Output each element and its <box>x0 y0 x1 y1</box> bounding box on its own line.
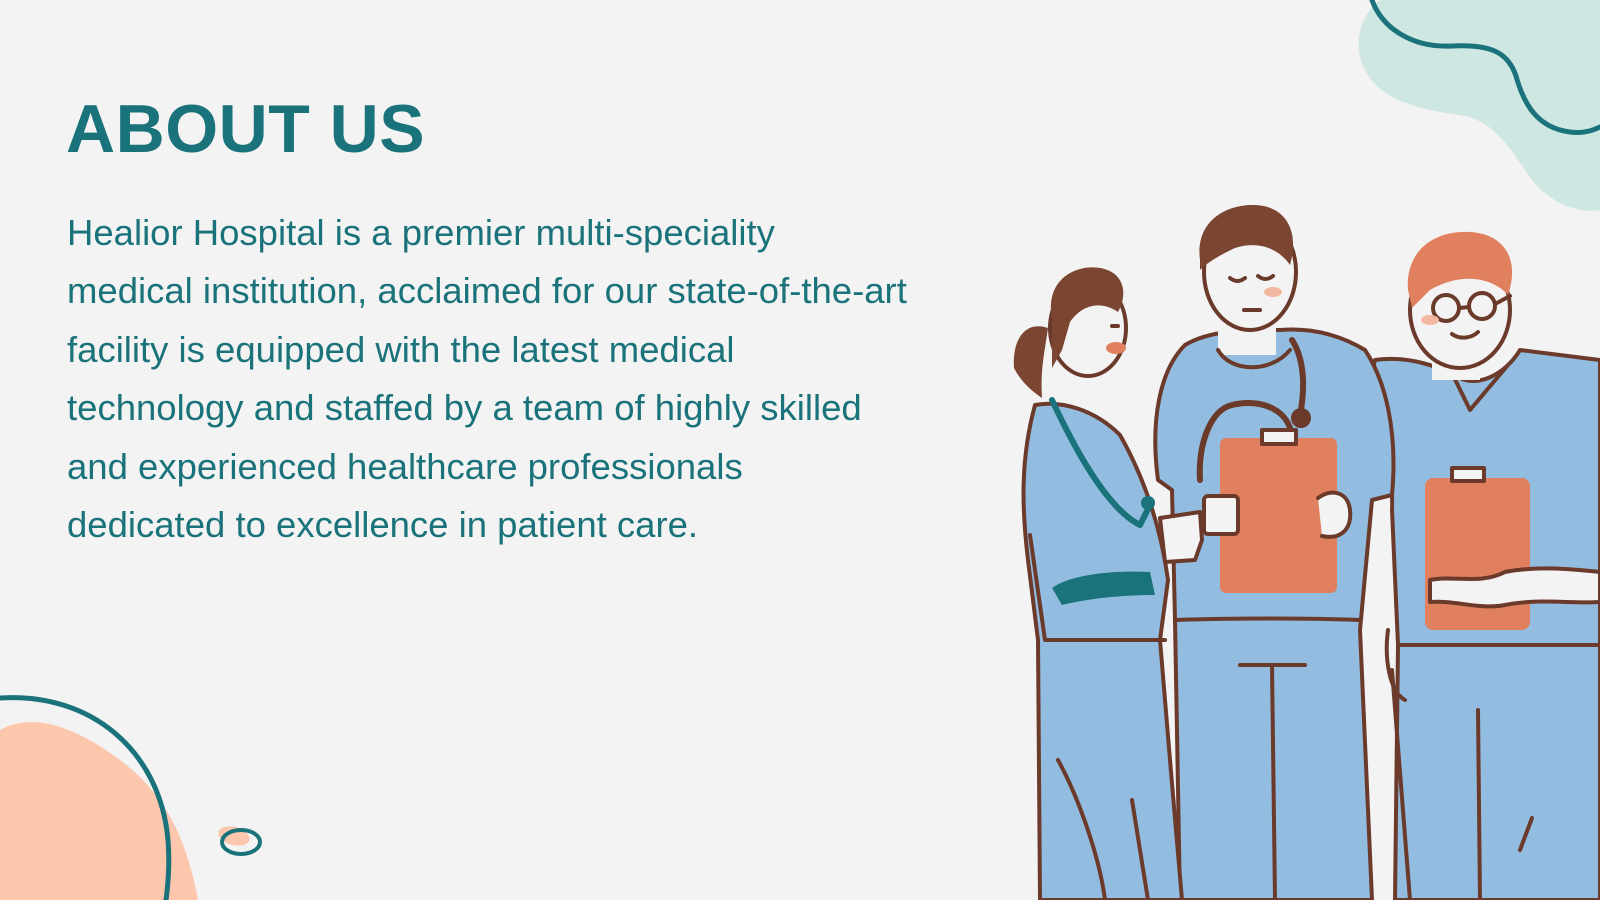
healthcare-team-illustration <box>1013 204 1600 900</box>
page-title: ABOUT US <box>66 91 426 167</box>
slide: ABOUT US Healior Hospital is a premier m… <box>0 0 1600 900</box>
mint-blob-decoration <box>1358 0 1600 211</box>
about-description: Healior Hospital is a premier multi-spec… <box>67 212 907 546</box>
peach-blob-decoration <box>0 695 262 900</box>
